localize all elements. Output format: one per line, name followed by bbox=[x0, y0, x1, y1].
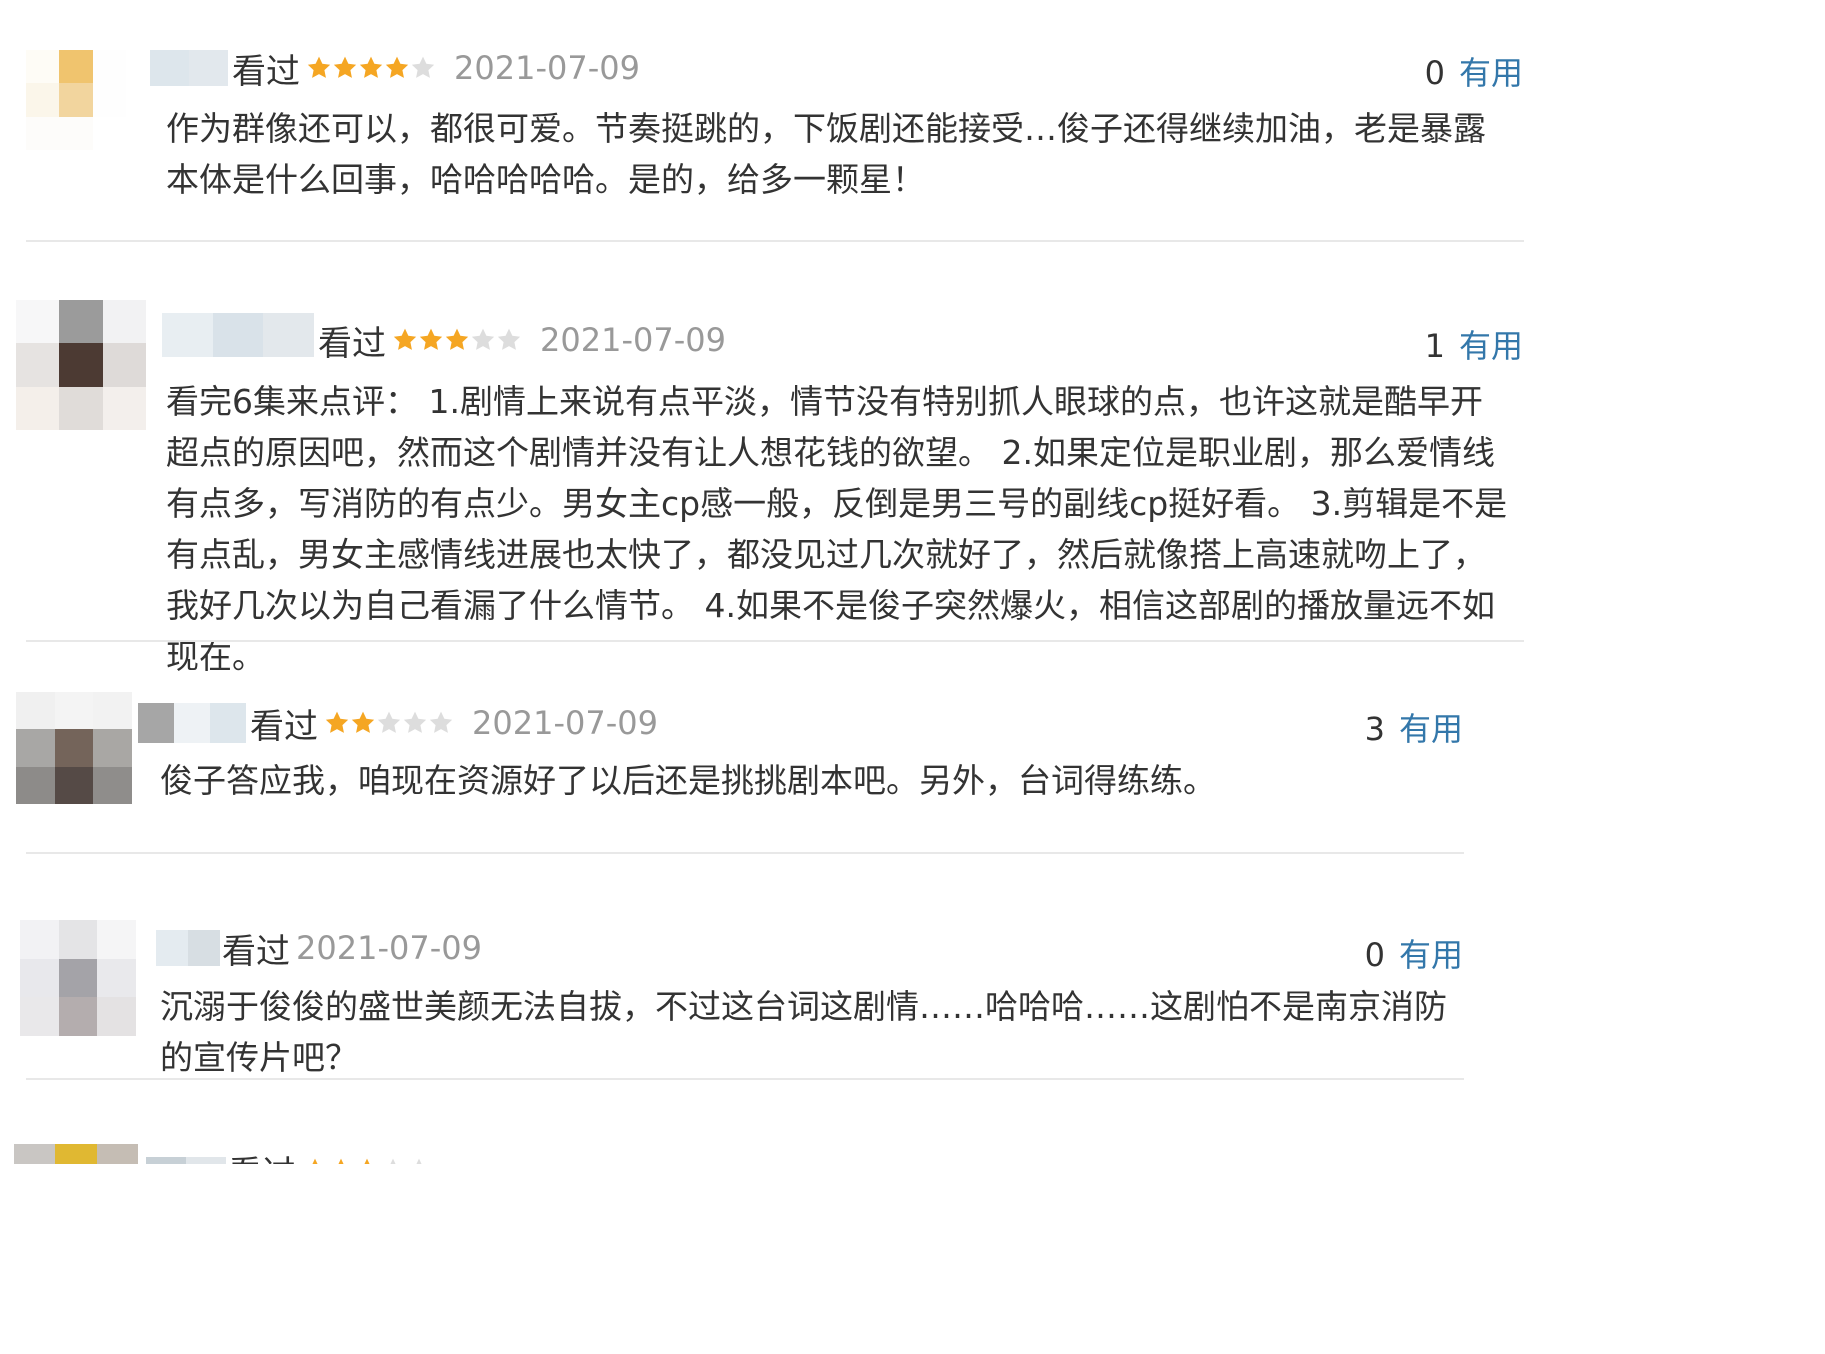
star-empty-icon bbox=[390, 1158, 396, 1164]
redaction-block bbox=[146, 1157, 186, 1164]
avatar-pixel bbox=[14, 1144, 56, 1164]
avatar[interactable] bbox=[14, 1144, 138, 1164]
star-filled-icon bbox=[312, 1158, 318, 1164]
star-filled-icon bbox=[364, 1158, 370, 1164]
avatar-pixel bbox=[55, 1144, 97, 1164]
star-filled-icon bbox=[338, 1158, 344, 1164]
username-redacted[interactable] bbox=[146, 1157, 226, 1164]
star-empty-icon bbox=[416, 1158, 422, 1164]
comment-item: 看过 bbox=[0, 0, 1825, 1354]
avatar-pixel bbox=[96, 1144, 138, 1164]
redaction-block bbox=[186, 1157, 226, 1164]
watched-label: 看过 bbox=[228, 1146, 296, 1165]
rating-stars bbox=[302, 1157, 432, 1164]
